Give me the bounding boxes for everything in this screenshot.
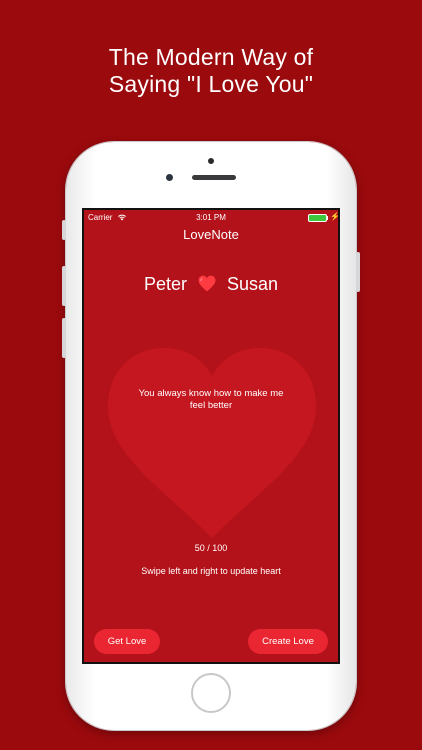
home-button[interactable] bbox=[191, 673, 231, 713]
app-title: LoveNote bbox=[183, 227, 239, 242]
create-love-button[interactable]: Create Love bbox=[248, 629, 328, 654]
heart-message: You always know how to make me feel bett… bbox=[138, 388, 284, 411]
status-time: 3:01 PM bbox=[196, 213, 226, 222]
front-camera bbox=[166, 174, 173, 181]
app-screen: Carrier 3:01 PM ⚡ LoveNote Peter Susan Y… bbox=[82, 208, 340, 664]
big-heart-icon[interactable] bbox=[106, 346, 318, 540]
partner-right-name: Susan bbox=[227, 274, 279, 294]
earpiece-speaker bbox=[192, 175, 236, 180]
status-bar: Carrier 3:01 PM ⚡ bbox=[84, 210, 338, 226]
volume-down-button bbox=[62, 318, 66, 358]
proximity-sensor bbox=[208, 158, 214, 164]
couple-names: Peter Susan bbox=[84, 274, 338, 295]
get-love-button[interactable]: Get Love bbox=[94, 629, 160, 654]
power-button bbox=[356, 252, 360, 292]
volume-up-button bbox=[62, 266, 66, 306]
love-heart-icon bbox=[198, 275, 216, 292]
promo-headline: The Modern Way of Saying "I Love You" bbox=[0, 44, 422, 98]
battery-icon: ⚡ bbox=[308, 212, 338, 222]
mute-switch bbox=[62, 220, 66, 240]
headline-line-1: The Modern Way of bbox=[108, 44, 314, 70]
swipe-hint: Swipe left and right to update heart bbox=[141, 566, 281, 576]
partner-left-name: Peter bbox=[143, 274, 187, 294]
headline-line-2: Saying "I Love You" bbox=[108, 71, 314, 97]
love-score: 50 / 100 bbox=[194, 543, 228, 553]
